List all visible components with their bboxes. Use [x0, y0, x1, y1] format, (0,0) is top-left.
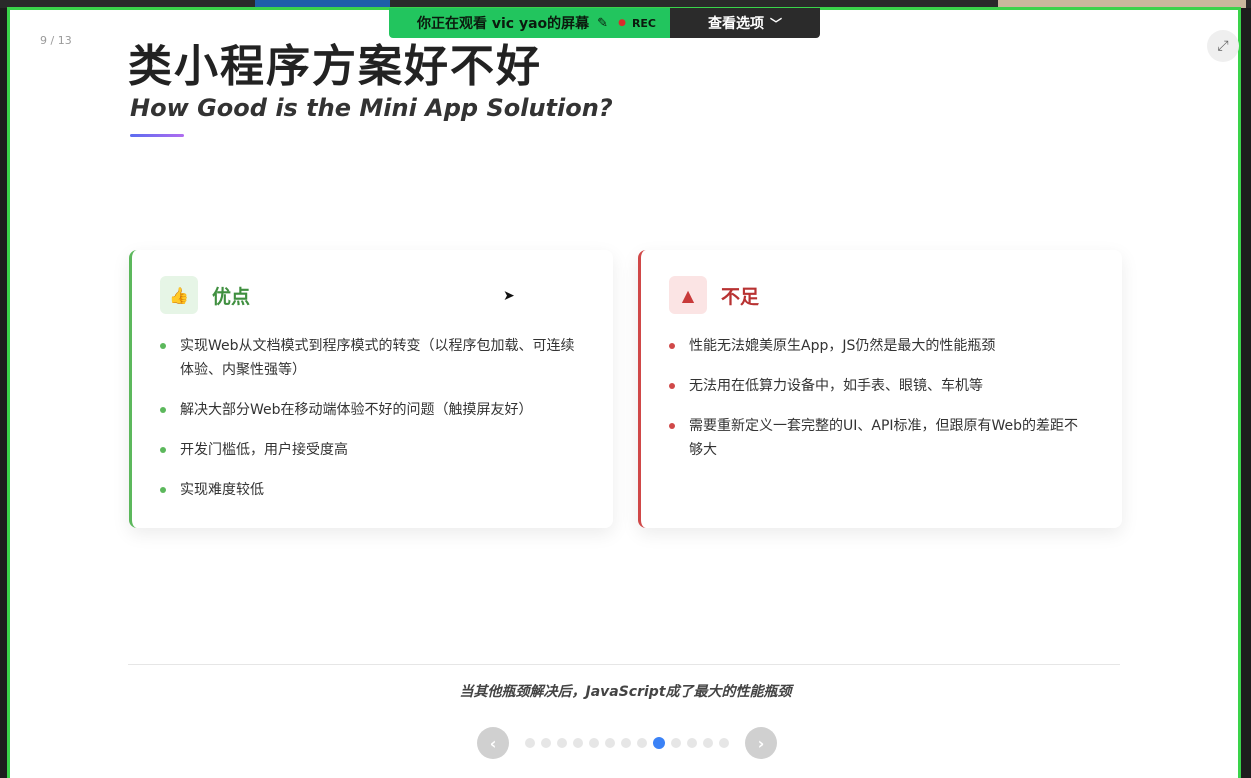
pager-dot[interactable] [687, 738, 697, 748]
mouse-cursor-icon: ➤ [503, 288, 515, 304]
pros-card: 👍 优点 实现Web从文档模式到程序模式的转变（以程序包加载、可连续体验、内聚性… [129, 250, 613, 528]
list-item-text: 开发门槛低，用户接受度高 [180, 442, 348, 458]
rec-indicator: ● REC [618, 17, 656, 30]
prev-slide-button[interactable]: ‹ [477, 727, 509, 759]
page-indicator: 9 / 13 [40, 34, 72, 47]
list-item-text: 实现Web从文档模式到程序模式的转变（以程序包加载、可连续体验、内聚性强等） [180, 338, 575, 378]
rec-label: REC [631, 16, 656, 30]
bullet-dot [669, 383, 675, 389]
cons-card: ▲ 不足 性能无法媲美原生App，JS仍然是最大的性能瓶颈 无法用在低算力设备中… [638, 250, 1122, 528]
pager-dot[interactable] [557, 738, 567, 748]
chevron-right-icon: › [757, 733, 765, 753]
chevron-down-icon: ﹀ [769, 16, 782, 31]
pager-dots [522, 737, 732, 749]
list-item: 无法用在低算力设备中，如手表、眼镜、车机等 [669, 374, 1089, 398]
slide-pager: ‹ › [477, 727, 777, 759]
screen-share-banner: 你正在观看 vic yao的屏幕 ✎ ● REC 查看选项 ﹀ [389, 8, 820, 38]
bullet-dot [160, 447, 166, 453]
warning-icon: ▲ [669, 276, 707, 314]
list-item: 性能无法媲美原生App，JS仍然是最大的性能瓶颈 [669, 334, 1089, 358]
list-item-text: 解决大部分Web在移动端体验不好的问题（触摸屏友好） [180, 402, 533, 418]
pager-dot[interactable] [573, 738, 583, 748]
list-item-text: 无法用在低算力设备中，如手表、眼镜、车机等 [689, 378, 983, 394]
slide-subtitle: How Good is the Mini App Solution? [130, 94, 613, 122]
pager-dot[interactable] [589, 738, 599, 748]
pros-list: 实现Web从文档模式到程序模式的转变（以程序包加载、可连续体验、内聚性强等） 解… [160, 334, 580, 518]
list-item-text: 需要重新定义一套完整的UI、API标准，但跟原有Web的差距不够大 [689, 418, 1079, 458]
pager-dot[interactable] [621, 738, 631, 748]
bullet-dot [669, 423, 675, 429]
bullet-dot [160, 407, 166, 413]
pros-title: 优点 [212, 285, 251, 308]
bullet-dot [160, 343, 166, 349]
thumbs-up-icon: 👍 [160, 276, 198, 314]
slide-title: 类小程序方案好不好 [128, 41, 542, 92]
pager-dot[interactable] [541, 738, 551, 748]
list-item: 实现难度较低 [160, 478, 580, 502]
cons-header: ▲ 不足 [669, 276, 759, 314]
viewing-text: 你正在观看 vic yao的屏幕 [417, 16, 590, 32]
expand-icon[interactable]: ⤢ [1207, 30, 1239, 62]
pager-dot[interactable] [637, 738, 647, 748]
pager-dot-active[interactable] [653, 737, 665, 749]
list-item-text: 性能无法媲美原生App，JS仍然是最大的性能瓶颈 [689, 338, 996, 354]
pager-dot[interactable] [605, 738, 615, 748]
cons-list: 性能无法媲美原生App，JS仍然是最大的性能瓶颈 无法用在低算力设备中，如手表、… [669, 334, 1089, 478]
pager-dot[interactable] [703, 738, 713, 748]
chevron-left-icon: ‹ [489, 733, 497, 753]
bullet-dot [160, 487, 166, 493]
bullet-dot [669, 343, 675, 349]
footer-divider [128, 664, 1120, 665]
view-options-label: 查看选项 [707, 16, 764, 32]
title-underline [130, 134, 184, 137]
view-options-button[interactable]: 查看选项 ﹀ [670, 8, 820, 38]
list-item: 实现Web从文档模式到程序模式的转变（以程序包加载、可连续体验、内聚性强等） [160, 334, 580, 382]
list-item: 需要重新定义一套完整的UI、API标准，但跟原有Web的差距不够大 [669, 414, 1089, 462]
next-slide-button[interactable]: › [745, 727, 777, 759]
viewing-indicator: 你正在观看 vic yao的屏幕 ✎ ● REC [389, 8, 670, 38]
list-item: 解决大部分Web在移动端体验不好的问题（触摸屏友好） [160, 398, 580, 422]
list-item-text: 实现难度较低 [180, 482, 264, 498]
pager-dot[interactable] [719, 738, 729, 748]
pager-dot[interactable] [525, 738, 535, 748]
list-item: 开发门槛低，用户接受度高 [160, 438, 580, 462]
pager-dot[interactable] [671, 738, 681, 748]
mic-off-icon: ✎ [597, 15, 609, 31]
cons-title: 不足 [721, 285, 760, 308]
footer-note: 当其他瓶颈解决后，JavaScript成了最大的性能瓶颈 [459, 684, 792, 700]
rec-dot-icon: ● [618, 18, 626, 28]
pros-header: 👍 优点 [160, 276, 250, 314]
